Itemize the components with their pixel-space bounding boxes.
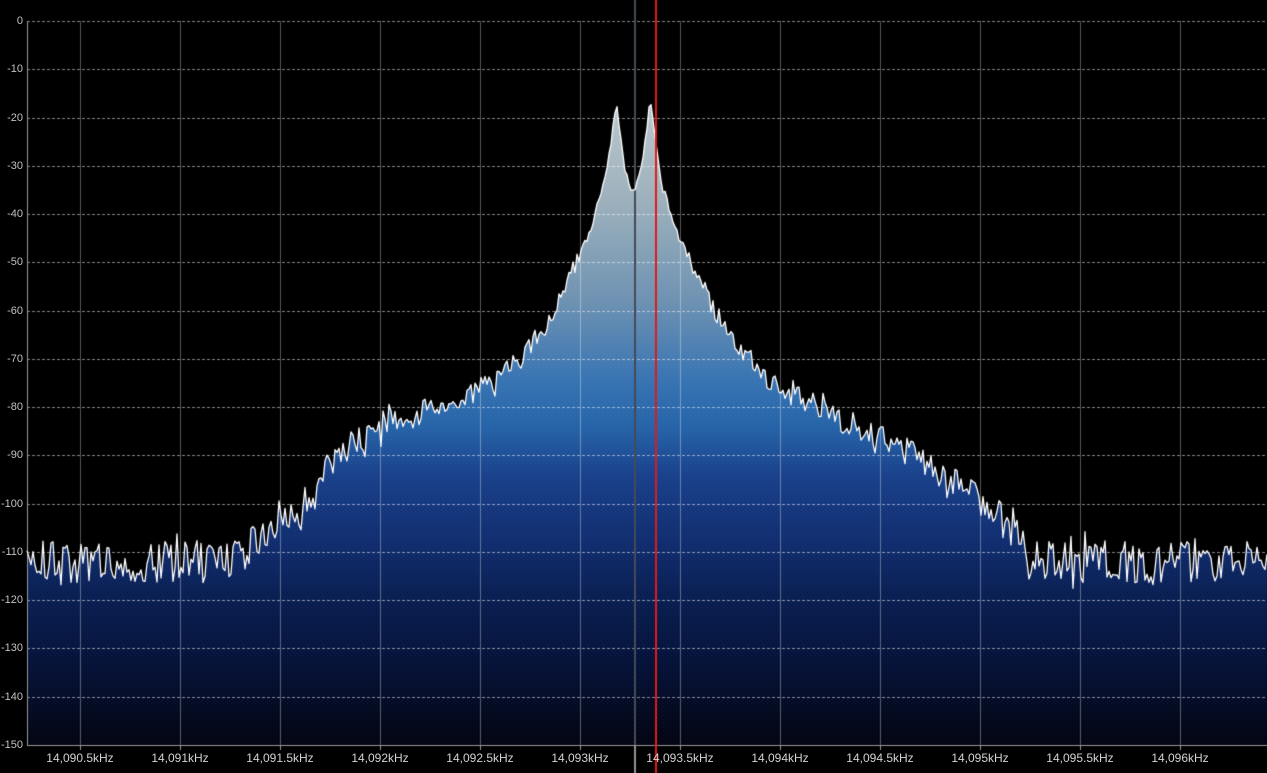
spectrum-plot-canvas[interactable] bbox=[0, 0, 1267, 773]
spectrum-analyzer-display: 0-10-20-30-40-50-60-70-80-90-100-110-120… bbox=[0, 0, 1267, 773]
